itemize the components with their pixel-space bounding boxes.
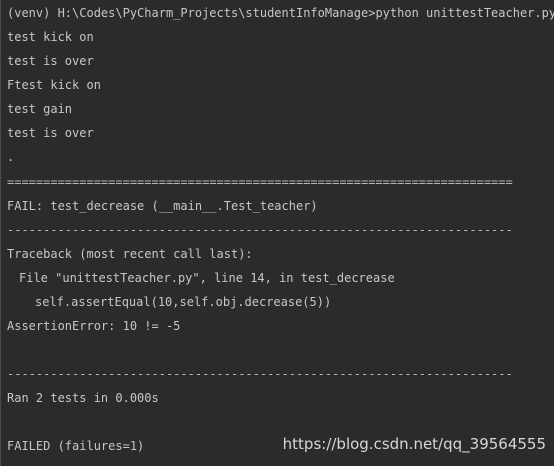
fail-header: FAIL: test_decrease (__main__.Test_teach…: [7, 199, 318, 213]
separator-double: ========================================…: [7, 175, 513, 189]
output-line: test gain: [7, 102, 73, 116]
watermark-url: https://blog.csdn.net/qq_39564555: [282, 435, 546, 453]
output-line: test is over: [7, 54, 94, 68]
separator-single: ----------------------------------------…: [7, 367, 513, 381]
output-line: Ftest kick on: [7, 78, 101, 92]
traceback-code: self.assertEqual(10,self.obj.decrease(5)…: [35, 295, 332, 309]
terminal-window[interactable]: (venv) H:\Codes\PyCharm_Projects\student…: [0, 0, 554, 466]
separator-single: ----------------------------------------…: [7, 223, 513, 237]
output-line: test is over: [7, 126, 94, 140]
prompt-line: (venv) H:\Codes\PyCharm_Projects\student…: [7, 6, 554, 20]
assertion-error: AssertionError: 10 != -5: [7, 319, 181, 333]
output-line: .: [7, 150, 15, 164]
traceback-header: Traceback (most recent call last):: [7, 247, 253, 261]
traceback-file: File "unittestTeacher.py", line 14, in t…: [19, 271, 395, 285]
test-result: FAILED (failures=1): [7, 439, 145, 453]
output-line: test kick on: [7, 30, 94, 44]
test-summary: Ran 2 tests in 0.000s: [7, 391, 159, 405]
